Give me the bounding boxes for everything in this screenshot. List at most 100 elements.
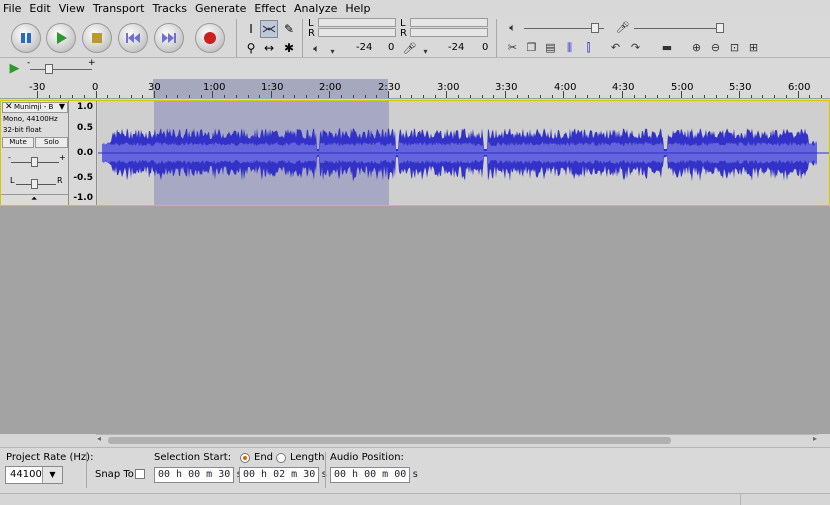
snap-to-checkbox[interactable]	[135, 469, 145, 479]
draw-tool[interactable]: ✎	[280, 20, 298, 38]
copy-icon[interactable]: ❐	[523, 39, 540, 56]
track-menu-dropdown-icon[interactable]: ▼	[59, 102, 65, 111]
ruler-tick	[540, 95, 541, 98]
audio-position-field[interactable]: 00 h 00 m 00 s	[330, 467, 418, 483]
menu-view[interactable]: View	[59, 2, 85, 15]
double-arrow-icon: ↔	[263, 41, 275, 55]
i-beam-icon: I	[249, 22, 253, 36]
ruler-tick	[786, 95, 787, 98]
track-title-bar[interactable]: ✕ Munimji - B ▼	[2, 102, 68, 113]
fit-selection-icon[interactable]: ⊡	[726, 39, 743, 56]
gain-slider-thumb[interactable]	[31, 157, 38, 167]
fit-project-icon[interactable]: ⊞	[745, 39, 762, 56]
waveform-area[interactable]	[98, 101, 829, 205]
multi-tool[interactable]: ✱	[280, 39, 298, 57]
pause-button[interactable]	[11, 23, 41, 53]
ruler-tick	[189, 95, 190, 98]
solo-button[interactable]: Solo	[35, 137, 68, 148]
selection-start-field[interactable]: 00 h 00 m 30 s	[154, 467, 242, 483]
ruler-tick	[435, 95, 436, 98]
ruler-tick	[821, 95, 822, 98]
input-volume-icon: 🎤︎	[615, 21, 630, 34]
paste-icon[interactable]: ▤	[542, 39, 559, 56]
menu-generate[interactable]: Generate	[195, 2, 246, 15]
cut-icon[interactable]: ✂	[504, 39, 521, 56]
ruler-tick	[669, 95, 670, 98]
timeline-ruler[interactable]: -30 0 30 1:00 1:30 2:00 2:30 3:00 3:30 4…	[0, 79, 830, 99]
project-rate-label: Project Rate (Hz):	[6, 452, 94, 463]
ruler-label: 2:00	[319, 82, 342, 93]
scroll-right-icon[interactable]: ▸	[813, 434, 817, 443]
audio-track[interactable]: ✕ Munimji - B ▼ Mono, 44100Hz 32-bit flo…	[0, 100, 830, 206]
collapse-track-icon[interactable]: ⏶	[31, 194, 37, 204]
play-button[interactable]	[46, 23, 76, 53]
stop-button[interactable]	[82, 23, 112, 53]
ruler-tick	[739, 91, 740, 98]
ruler-tick	[681, 91, 682, 98]
ruler-tick	[154, 91, 155, 98]
output-volume-thumb[interactable]	[591, 23, 599, 33]
toolbar-divider	[0, 57, 830, 58]
ruler-label: 1:00	[203, 82, 226, 93]
redo-icon[interactable]: ↷	[627, 39, 644, 56]
zoom-in-icon[interactable]: ⊕	[688, 39, 705, 56]
input-volume-slider[interactable]	[634, 28, 724, 29]
ruler-tick	[505, 91, 506, 98]
vruler-label: 1.0	[77, 102, 93, 112]
chevron-down-icon[interactable]: ▼	[42, 467, 62, 483]
zoom-out-icon[interactable]: ⊖	[707, 39, 724, 56]
pan-slider-thumb[interactable]	[31, 179, 38, 189]
horizontal-scrollbar-thumb[interactable]	[108, 437, 671, 444]
selection-end-field[interactable]: 00 h 02 m 30 s	[239, 467, 327, 483]
playback-speed-slider[interactable]	[30, 69, 92, 70]
speaker-icon[interactable]: 🔈︎	[308, 40, 325, 57]
envelope-tool[interactable]	[260, 20, 278, 38]
sync-lock-icon[interactable]: ▬	[656, 39, 678, 56]
ruler-tick	[177, 95, 178, 98]
mute-button[interactable]: Mute	[2, 137, 34, 148]
zoom-tool[interactable]: ⚲	[242, 39, 260, 57]
ruler-tick	[49, 95, 50, 98]
menu-file[interactable]: File	[3, 2, 21, 15]
play-at-speed-icon[interactable]: ▶	[6, 60, 23, 77]
close-track-icon[interactable]: ✕	[5, 102, 13, 112]
ruler-tick	[271, 91, 272, 98]
menu-help[interactable]: Help	[345, 2, 370, 15]
undo-icon[interactable]: ↶	[607, 39, 624, 56]
menu-edit[interactable]: Edit	[29, 2, 50, 15]
menu-transport[interactable]: Transport	[93, 2, 145, 15]
selection-tool[interactable]: I	[242, 20, 260, 38]
scroll-left-icon[interactable]: ◂	[97, 434, 101, 443]
menu-tracks[interactable]: Tracks	[152, 2, 187, 15]
toolbar-separator	[302, 19, 303, 57]
ruler-tick	[236, 95, 237, 98]
menu-analyze[interactable]: Analyze	[294, 2, 337, 15]
playback-speed-thumb[interactable]	[45, 64, 53, 74]
horizontal-scrollbar[interactable]: ◂ ▸	[96, 434, 818, 446]
project-rate-combobox[interactable]: 44100 ▼	[5, 466, 63, 484]
length-radio[interactable]	[276, 453, 286, 463]
record-meter-scale-b: 0	[482, 42, 489, 53]
ruler-tick	[376, 95, 377, 98]
track-workspace-empty[interactable]	[0, 206, 830, 434]
record-icon	[204, 32, 216, 44]
waveform	[98, 128, 829, 182]
time-shift-tool[interactable]: ↔	[260, 39, 278, 57]
menu-effect[interactable]: Effect	[254, 2, 286, 15]
ruler-tick	[657, 95, 658, 98]
ruler-tick	[107, 95, 108, 98]
ruler-tick	[493, 95, 494, 98]
microphone-icon[interactable]: 🎤︎	[401, 40, 418, 57]
ruler-tick	[329, 91, 330, 98]
skip-to-start-button[interactable]	[118, 23, 148, 53]
ruler-tick	[212, 91, 213, 98]
trim-icon[interactable]: ⫼	[561, 39, 578, 56]
pause-icon	[21, 33, 31, 43]
ruler-label: 6:00	[788, 82, 811, 93]
input-volume-thumb[interactable]	[716, 23, 724, 33]
silence-icon[interactable]: ⫿	[580, 39, 597, 56]
skip-to-end-button[interactable]	[154, 23, 184, 53]
end-radio[interactable]	[240, 453, 250, 463]
record-button[interactable]	[195, 23, 225, 53]
speed-minus-label: -	[27, 58, 31, 68]
